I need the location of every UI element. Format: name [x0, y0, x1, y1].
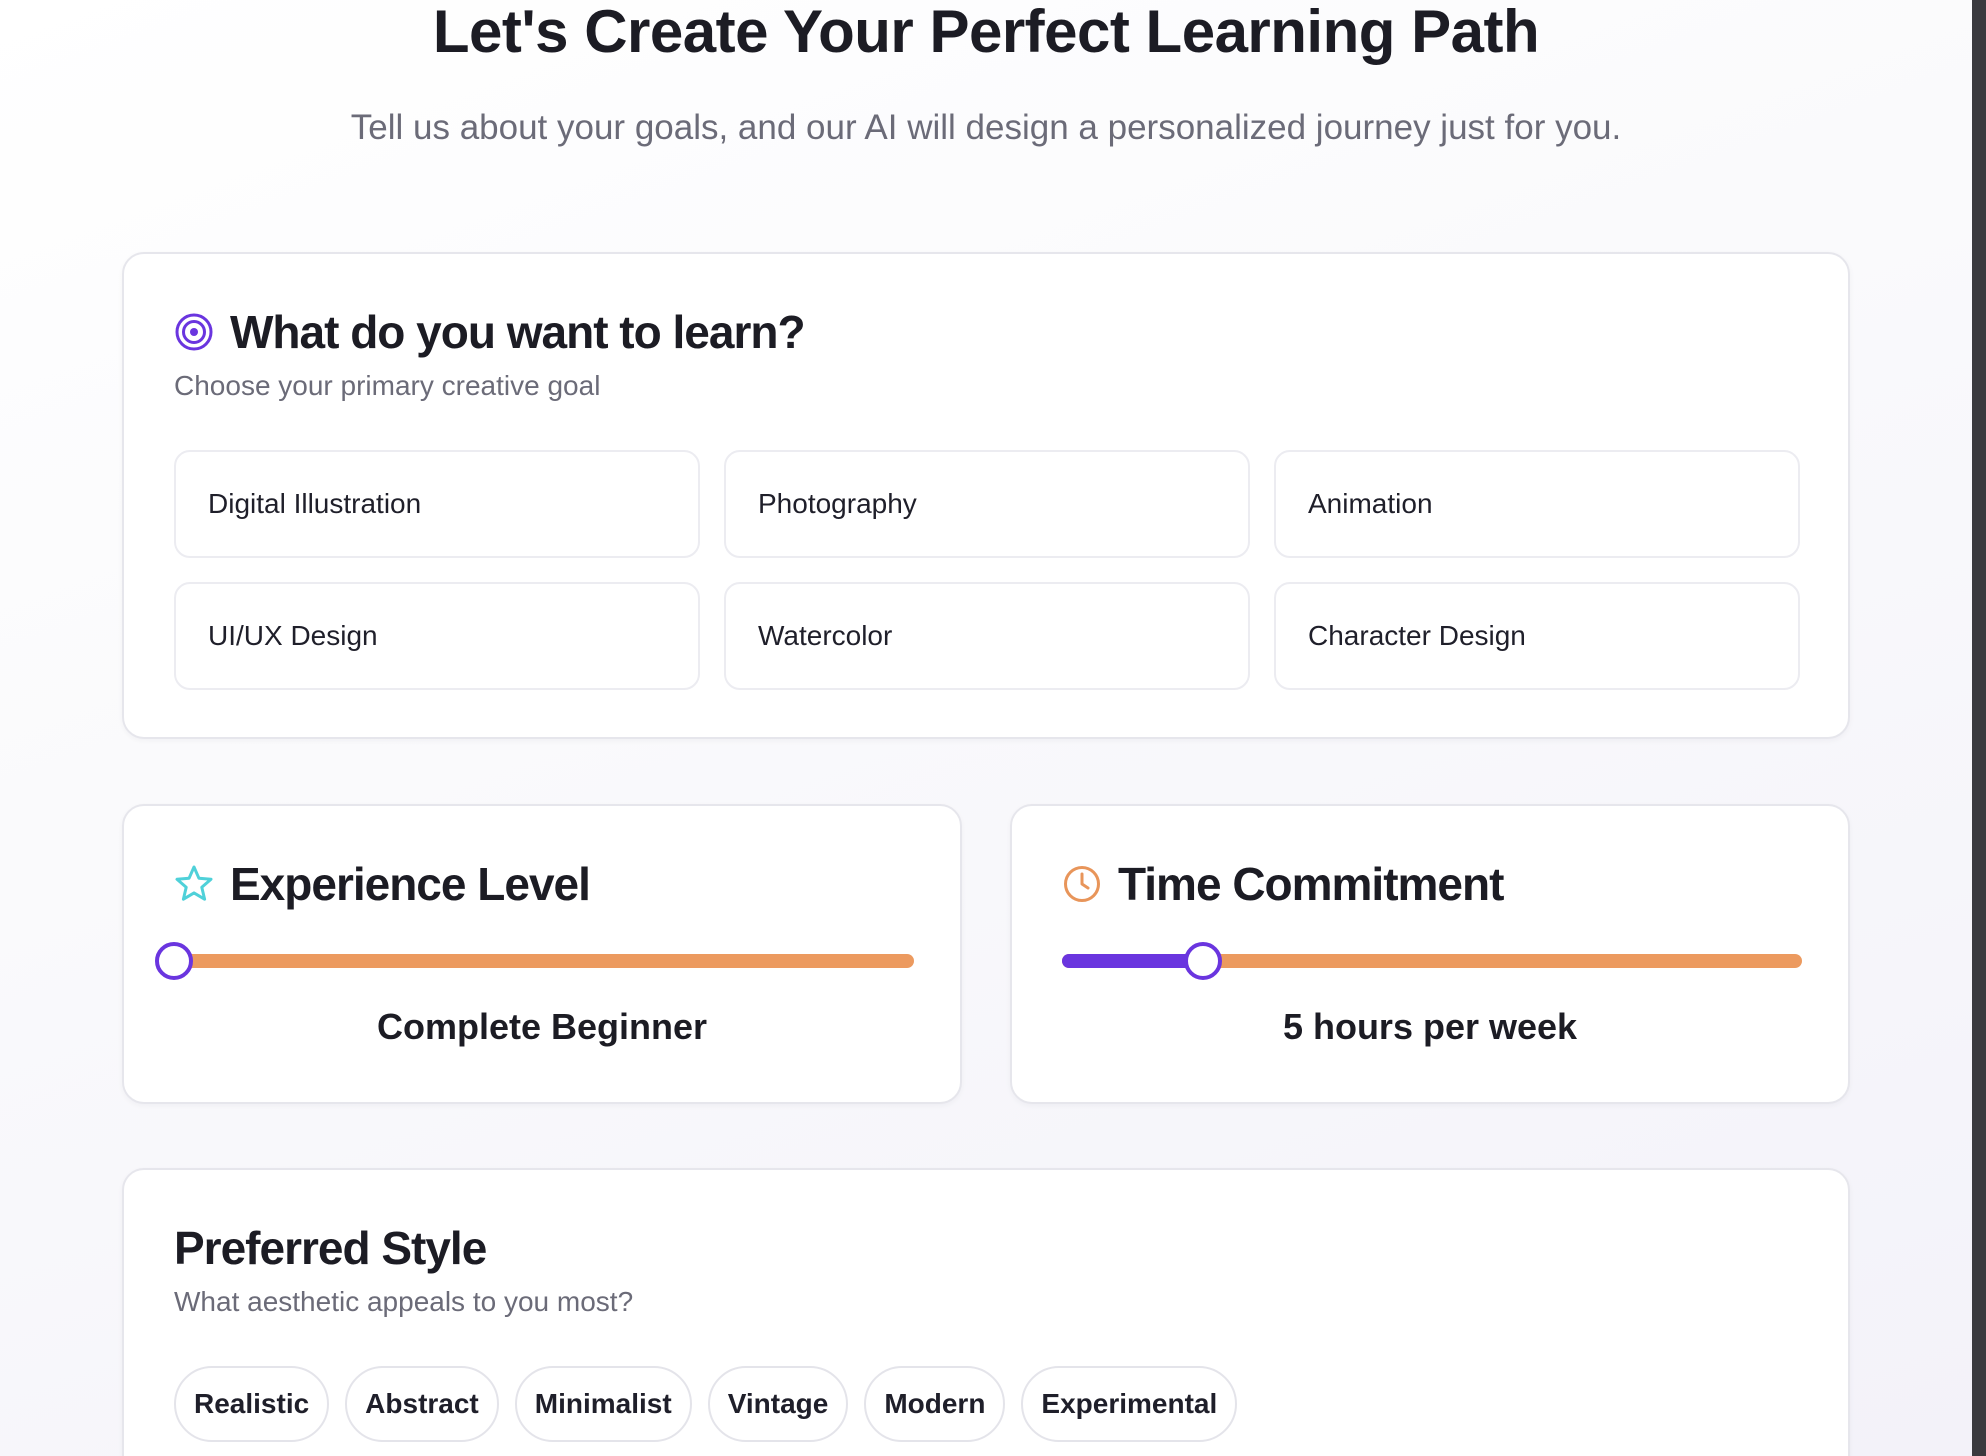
- goal-option-animation[interactable]: Animation: [1274, 450, 1800, 558]
- learning-goal-header: What do you want to learn?: [174, 304, 806, 360]
- time-commitment-slider[interactable]: [1062, 940, 1802, 980]
- time-commitment-header: Time Commitment: [1062, 856, 1504, 912]
- preferred-style-title: Preferred Style: [174, 1222, 487, 1274]
- target-icon: [174, 312, 214, 352]
- style-chip-abstract[interactable]: Abstract: [345, 1366, 499, 1442]
- experience-slider-track[interactable]: [174, 954, 914, 968]
- time-commitment-card: Time Commitment 5 hours per week: [1010, 804, 1850, 1104]
- experience-level-value: Complete Beginner: [376, 1006, 708, 1047]
- experience-level-slider[interactable]: [155, 940, 914, 980]
- preferred-style-header: Preferred Style: [174, 1220, 487, 1276]
- style-chip-modern[interactable]: Modern: [864, 1366, 1006, 1442]
- experience-level-header: Experience Level: [174, 856, 591, 912]
- time-slider-thumb[interactable]: [1183, 942, 1222, 980]
- learning-goal-title: What do you want to learn?: [230, 306, 806, 358]
- style-chip-realistic[interactable]: Realistic: [174, 1366, 330, 1442]
- experience-level-card: Experience Level Complete Beginner: [122, 804, 962, 1104]
- time-commitment-title: Time Commitment: [1118, 858, 1504, 910]
- learning-goal-description: Choose your primary creative goal: [174, 370, 601, 401]
- goal-option-digital-illustration[interactable]: Digital Illustration: [174, 450, 700, 558]
- goal-option-photography[interactable]: Photography: [724, 450, 1250, 558]
- style-options: Realistic Abstract Minimalist Vintage Mo…: [174, 1366, 1253, 1442]
- time-commitment-value: 5 hours per week: [1282, 1006, 1578, 1047]
- experience-level-title: Experience Level: [230, 858, 591, 910]
- goal-option-character-design[interactable]: Character Design: [1274, 582, 1800, 690]
- style-chip-vintage[interactable]: Vintage: [707, 1366, 849, 1442]
- preferred-style-card: Preferred Style What aesthetic appeals t…: [122, 1168, 1850, 1456]
- style-chip-experimental[interactable]: Experimental: [1021, 1366, 1238, 1442]
- window-edge: [1972, 0, 1986, 1456]
- goal-options: Digital Illustration Photography Animati…: [174, 450, 1800, 690]
- time-slider-fill: [1062, 954, 1203, 968]
- star-icon: [174, 864, 214, 904]
- goal-option-watercolor[interactable]: Watercolor: [724, 582, 1250, 690]
- goal-option-ui-ux-design[interactable]: UI/UX Design: [174, 582, 700, 690]
- learning-goal-card: What do you want to learn? Choose your p…: [122, 252, 1850, 739]
- preferred-style-description: What aesthetic appeals to you most?: [174, 1286, 634, 1317]
- experience-slider-thumb[interactable]: [155, 942, 193, 980]
- page-subtitle: Tell us about your goals, and our AI wil…: [350, 108, 1622, 147]
- style-chip-minimalist[interactable]: Minimalist: [514, 1366, 692, 1442]
- clock-icon: [1062, 864, 1102, 904]
- page-title: Let's Create Your Perfect Learning Path: [432, 0, 1540, 65]
- page: Let's Create Your Perfect Learning Path …: [0, 0, 1972, 1456]
